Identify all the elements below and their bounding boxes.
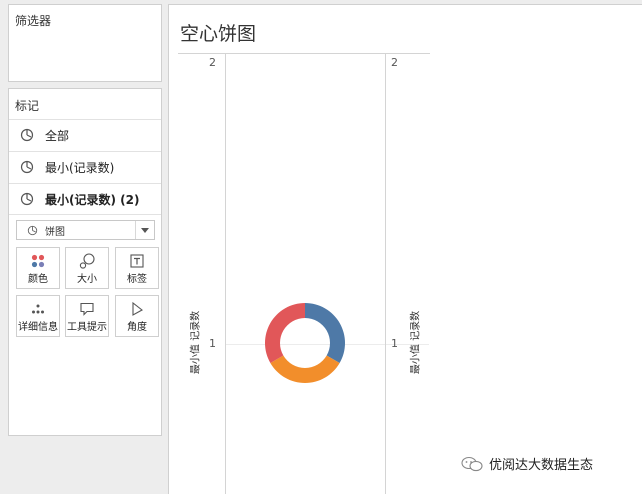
card-label: 颜色 (28, 274, 48, 285)
card-label: 标签 (127, 274, 147, 285)
wechat-icon (461, 456, 483, 471)
watermark: 优阅达大数据生态 (461, 454, 593, 473)
left-axis-line (225, 54, 226, 494)
label-button[interactable]: 标签 (115, 247, 159, 289)
color-button[interactable]: 颜色 (16, 247, 60, 289)
marks-tab-label: 最小(记录数) (2) (45, 192, 140, 207)
left-axis-label[interactable]: 最小值 记录数 (187, 308, 202, 378)
card-label: 角度 (127, 322, 147, 333)
right-axis-tick: 1 (391, 337, 398, 350)
marks-card: 标记 全部 最小(记录数) 最小(记录数) (2) 饼图 颜色 大小 标签 详细… (8, 88, 162, 436)
pie-icon (27, 225, 38, 235)
filters-title: 筛选器 (15, 14, 52, 28)
marks-tab-all[interactable]: 全部 (9, 119, 161, 150)
title-divider (178, 53, 430, 54)
left-axis-tick: 1 (209, 337, 216, 350)
right-axis-line (385, 54, 386, 494)
color-icon (31, 254, 45, 268)
right-axis-label[interactable]: 最小值 记录数 (407, 308, 422, 378)
filters-shelf[interactable]: 筛选器 (8, 4, 162, 82)
tooltip-icon (80, 302, 94, 316)
label-icon (130, 254, 144, 268)
angle-icon (132, 301, 143, 316)
donut-slice-2[interactable] (270, 355, 340, 384)
size-icon (79, 253, 95, 269)
sheet-title: 空心饼图 (180, 23, 257, 45)
donut-slice-1[interactable] (305, 303, 345, 363)
angle-button[interactable]: 角度 (115, 295, 159, 337)
mark-type-select[interactable]: 饼图 (16, 220, 155, 240)
donut-chart[interactable] (264, 302, 346, 384)
detail-button[interactable]: 详细信息 (16, 295, 60, 337)
right-axis-tick: 2 (391, 56, 398, 69)
divider (9, 214, 161, 215)
marks-tab-label: 全部 (45, 128, 70, 143)
card-label: 工具提示 (67, 322, 107, 333)
tooltip-button[interactable]: 工具提示 (65, 295, 109, 337)
marks-tab-label: 最小(记录数) (45, 160, 115, 175)
mark-type-value: 饼图 (45, 226, 65, 238)
left-axis-tick: 2 (209, 56, 216, 69)
donut-slice-3[interactable] (265, 303, 305, 363)
pie-icon (20, 128, 34, 142)
marks-tab-min-records-2[interactable]: 最小(记录数) (2) (9, 183, 161, 214)
pie-icon (20, 192, 34, 206)
size-button[interactable]: 大小 (65, 247, 109, 289)
pie-icon (20, 160, 34, 174)
chevron-down-icon[interactable] (135, 221, 154, 239)
card-label: 详细信息 (18, 322, 58, 333)
marks-title: 标记 (15, 99, 40, 113)
watermark-text: 优阅达大数据生态 (489, 458, 594, 473)
card-label: 大小 (77, 274, 97, 285)
detail-icon (32, 304, 44, 314)
worksheet-view: 空心饼图 2 1 2 1 最小值 记录数 最小值 记录数 优阅达大数据生态 (168, 4, 642, 494)
marks-tab-min-records[interactable]: 最小(记录数) (9, 151, 161, 182)
